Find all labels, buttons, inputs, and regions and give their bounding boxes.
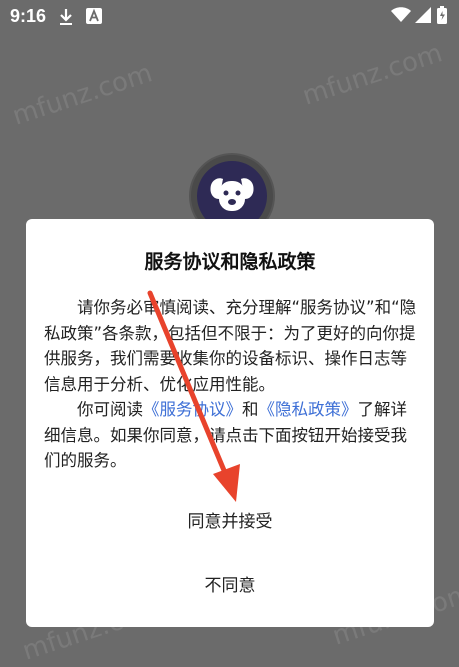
wifi-icon <box>391 7 411 27</box>
battery-icon <box>437 6 447 28</box>
text-a-icon <box>86 8 102 28</box>
signal-icon <box>415 7 431 27</box>
status-time: 9:16 <box>10 6 47 26</box>
status-bar: 9:16 <box>0 0 459 34</box>
text: 你可阅读 <box>77 400 143 419</box>
dialog-paragraph-1: 请你务必审慎阅读、充分理解“服务协议”和“隐私政策”各条款，包括但不限于：为了更… <box>44 298 417 394</box>
watermark: mfunz.com <box>8 58 156 132</box>
download-icon <box>58 8 74 30</box>
service-agreement-link[interactable]: 《服务协议》 <box>143 400 242 419</box>
privacy-policy-link[interactable]: 《隐私政策》 <box>259 400 358 419</box>
dialog-paragraph-2: 你可阅读《服务协议》和《隐私政策》了解详细信息。如果你同意，请点击下面按钮开始接… <box>44 397 418 474</box>
accept-button[interactable]: 同意并接受 <box>26 507 434 532</box>
watermark: mfunz.com <box>298 38 446 112</box>
privacy-dialog: 服务协议和隐私政策 请你务必审慎阅读、充分理解“服务协议”和“隐私政策”各条款，… <box>26 219 434 627</box>
dialog-body: 请你务必审慎阅读、充分理解“服务协议”和“隐私政策”各条款，包括但不限于：为了更… <box>44 295 418 474</box>
decline-button[interactable]: 不同意 <box>26 571 434 596</box>
text: 和 <box>242 400 259 419</box>
dialog-title: 服务协议和隐私政策 <box>144 251 316 273</box>
